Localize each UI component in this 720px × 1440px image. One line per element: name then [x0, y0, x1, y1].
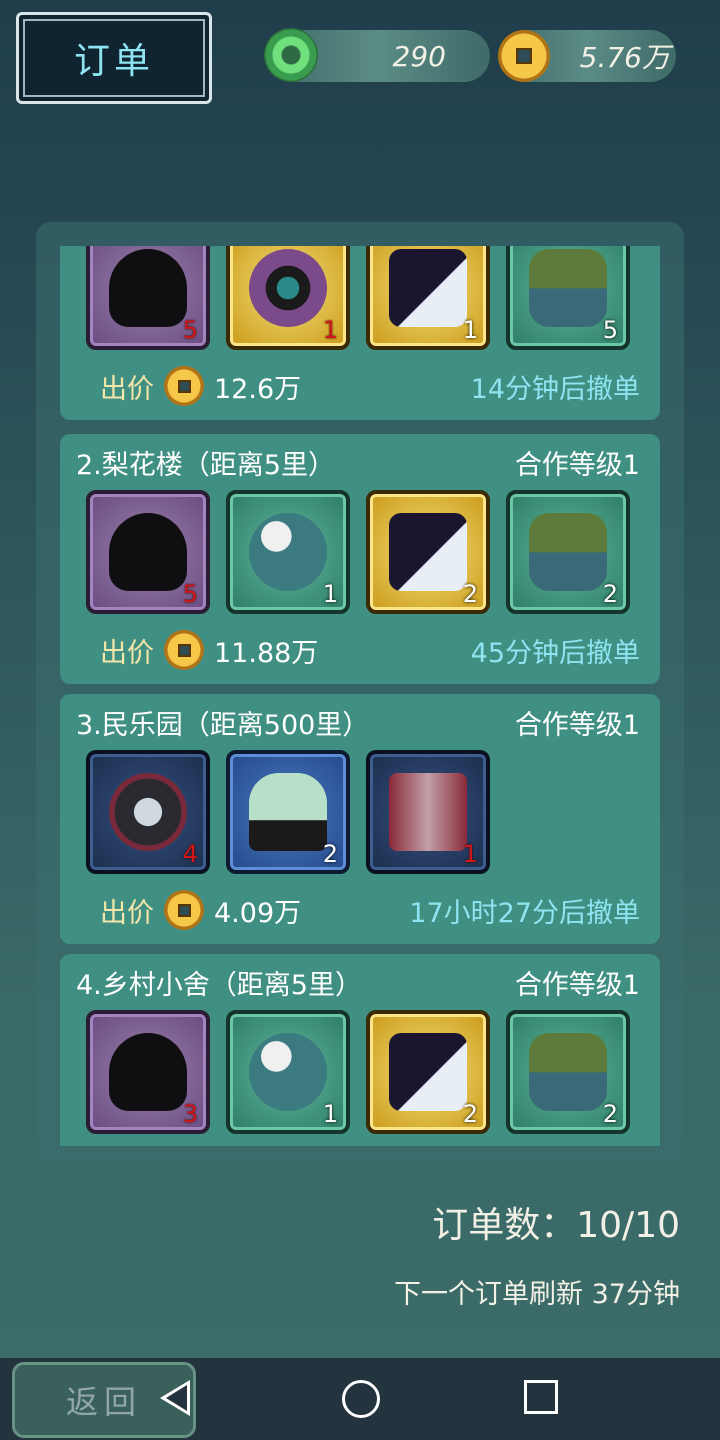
order-card[interactable]: 3.民乐园（距离500里） 合作等级1 4 2 1 出价 4.09万 17小时2…	[60, 694, 660, 944]
withdraw-timer: 45分钟后撤单	[470, 638, 640, 669]
jade-icon	[264, 28, 318, 82]
order-count: 订单数：10/10	[432, 1205, 680, 1246]
jade-amount: 290	[392, 39, 446, 73]
order-card[interactable]: 4.乡村小舍（距离5里） 合作等级1 3 1 2 2	[60, 954, 660, 1146]
nav-back-icon[interactable]	[160, 1380, 190, 1416]
order-card[interactable]: 2.梨花楼（距离5里） 合作等级1 5 1 2 2 出价 11.88万 45分钟…	[60, 434, 660, 684]
opera-robe-icon	[389, 513, 467, 591]
black-hat-icon	[109, 513, 187, 591]
order-title: 2.梨花楼（距离5里）	[76, 449, 335, 481]
item-slot[interactable]: 1	[226, 490, 350, 614]
offer-amount: 4.09万	[214, 897, 302, 929]
cooperation-level: 合作等级1	[514, 969, 640, 1001]
offer-amount: 12.6万	[214, 373, 302, 405]
item-qty: 1	[322, 316, 338, 344]
item-slot[interactable]: 5	[86, 490, 210, 614]
order-items: 5 1 1 5	[86, 246, 630, 350]
item-slot[interactable]: 2	[506, 490, 630, 614]
veiled-hat-icon	[249, 773, 327, 851]
item-qty: 2	[602, 580, 618, 608]
nav-home-icon[interactable]	[342, 1380, 380, 1418]
order-header: 4.乡村小舍（距离5里） 合作等级1	[76, 962, 640, 1002]
offer-label: 出价	[100, 897, 154, 929]
item-slot[interactable]: 3	[86, 1010, 210, 1134]
item-slot[interactable]: 2	[226, 750, 350, 874]
coin-icon	[164, 366, 204, 406]
item-slot[interactable]: 1	[226, 1010, 350, 1134]
offer: 出价 11.88万	[100, 630, 318, 670]
orders-list[interactable]: 5 1 1 5 出价 12.6万 14分钟后撤单 2.梨花楼（距离5里） 合作等…	[60, 246, 660, 1146]
item-qty: 1	[462, 316, 478, 344]
item-slot[interactable]: 1	[226, 246, 350, 350]
offer-amount: 11.88万	[214, 637, 319, 669]
black-hat-icon	[109, 1033, 187, 1111]
item-qty: 5	[182, 316, 198, 344]
item-qty: 2	[602, 1100, 618, 1128]
item-qty: 1	[322, 580, 338, 608]
order-card[interactable]: 5 1 1 5 出价 12.6万 14分钟后撤单	[60, 246, 660, 420]
order-items: 4 2 1	[86, 750, 490, 874]
coin-resource[interactable]: 5.76万	[498, 30, 676, 82]
offer-label: 出价	[100, 637, 154, 669]
item-slot[interactable]: 1	[366, 246, 490, 350]
phoenix-crown-icon	[249, 249, 327, 327]
straw-cape-icon	[529, 513, 607, 591]
page-title: 订单	[16, 12, 212, 104]
cooperation-level: 合作等级1	[514, 709, 640, 741]
feather-fan-headdress-icon	[109, 773, 187, 851]
coin-icon	[164, 630, 204, 670]
item-slot[interactable]: 5	[506, 246, 630, 350]
black-hat-icon	[109, 249, 187, 327]
offer-label: 出价	[100, 373, 154, 405]
order-title: 4.乡村小舍（距离5里）	[76, 969, 362, 1001]
item-slot[interactable]: 2	[366, 490, 490, 614]
order-header: 2.梨花楼（距离5里） 合作等级1	[76, 442, 640, 482]
jade-resource[interactable]: 290	[264, 28, 490, 82]
teal-cap-icon	[249, 1033, 327, 1111]
item-slot[interactable]: 5	[86, 246, 210, 350]
order-items: 5 1 2 2	[86, 490, 630, 614]
refresh-timer: 下一个订单刷新 37分钟	[394, 1279, 680, 1310]
item-qty: 5	[182, 580, 198, 608]
opera-robe-icon	[389, 249, 467, 327]
opera-robe-icon	[389, 1033, 467, 1111]
item-qty: 1	[322, 1100, 338, 1128]
order-items: 3 1 2 2	[86, 1010, 630, 1134]
teal-cap-icon	[249, 513, 327, 591]
withdraw-timer: 17小时27分后撤单	[409, 898, 640, 929]
item-qty: 2	[462, 580, 478, 608]
item-slot[interactable]: 1	[366, 750, 490, 874]
nav-recents-icon[interactable]	[524, 1380, 558, 1414]
offer: 出价 4.09万	[100, 890, 301, 930]
coin-amount: 5.76万	[579, 41, 670, 74]
item-qty: 1	[462, 840, 478, 868]
cooperation-level: 合作等级1	[514, 449, 640, 481]
straw-cape-icon	[529, 249, 607, 327]
order-title: 3.民乐园（距离500里）	[76, 709, 370, 741]
order-header: 3.民乐园（距离500里） 合作等级1	[76, 702, 640, 742]
item-slot[interactable]: 2	[506, 1010, 630, 1134]
item-slot[interactable]: 2	[366, 1010, 490, 1134]
item-qty: 2	[462, 1100, 478, 1128]
item-qty: 3	[182, 1100, 198, 1128]
red-gown-icon	[389, 773, 467, 851]
withdraw-timer: 14分钟后撤单	[470, 374, 640, 405]
straw-cape-icon	[529, 1033, 607, 1111]
item-qty: 4	[182, 840, 198, 868]
coin-icon	[498, 30, 550, 82]
offer: 出价 12.6万	[100, 366, 301, 406]
item-slot[interactable]: 4	[86, 750, 210, 874]
coin-icon	[164, 890, 204, 930]
item-qty: 2	[322, 840, 338, 868]
item-qty: 5	[602, 316, 618, 344]
